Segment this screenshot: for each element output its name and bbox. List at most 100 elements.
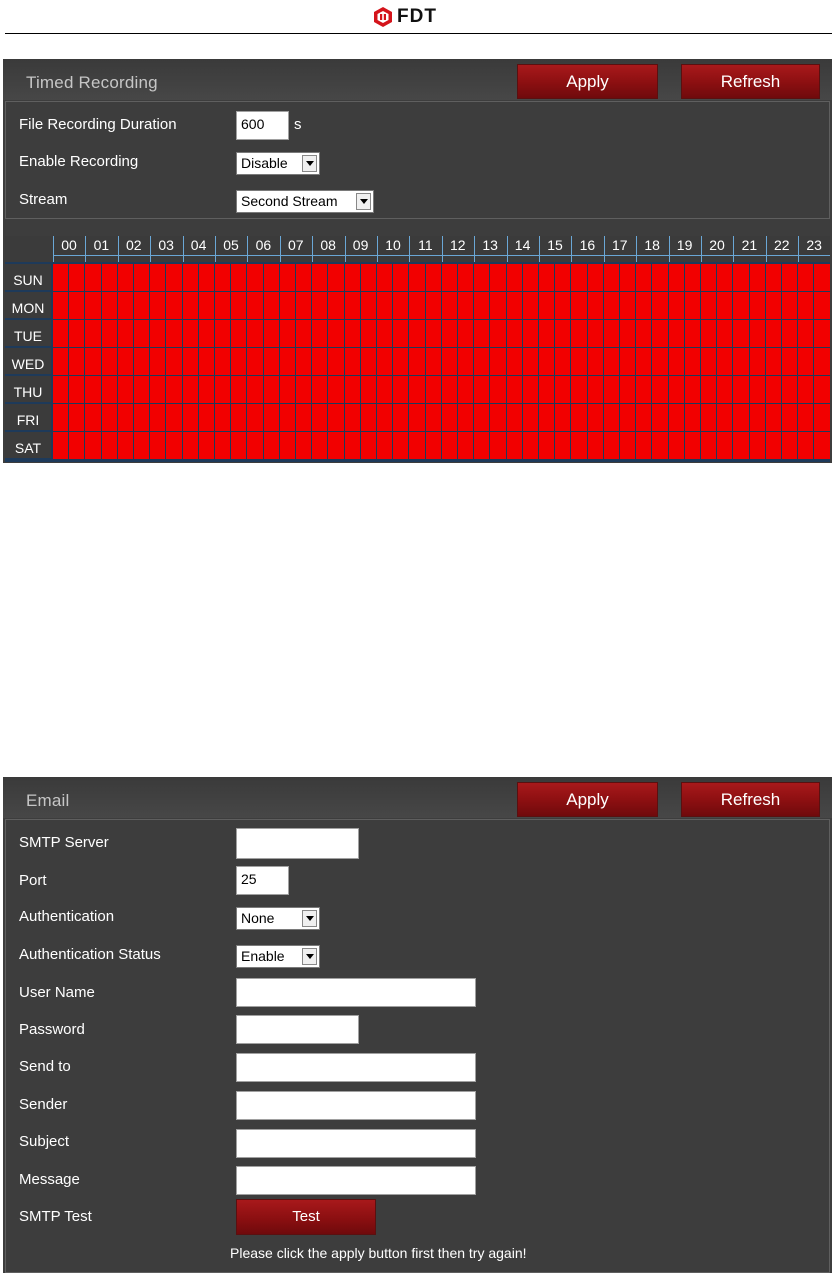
schedule-cell[interactable] bbox=[328, 376, 344, 403]
schedule-cell[interactable] bbox=[215, 404, 231, 431]
schedule-cell[interactable] bbox=[571, 292, 587, 319]
schedule-cell[interactable] bbox=[474, 320, 490, 347]
schedule-cell[interactable] bbox=[814, 348, 830, 375]
schedule-cell[interactable] bbox=[490, 376, 506, 403]
schedule-cell[interactable] bbox=[198, 292, 214, 319]
schedule-cell[interactable] bbox=[360, 320, 376, 347]
schedule-cell[interactable] bbox=[150, 432, 166, 459]
schedule-cell[interactable] bbox=[684, 432, 700, 459]
send-to-input[interactable] bbox=[236, 1053, 476, 1082]
schedule-cell[interactable] bbox=[782, 348, 798, 375]
schedule-cell[interactable] bbox=[587, 292, 603, 319]
schedule-cell[interactable] bbox=[458, 292, 474, 319]
schedule-cell[interactable] bbox=[684, 376, 700, 403]
schedule-cell[interactable] bbox=[571, 320, 587, 347]
schedule-cell[interactable] bbox=[603, 376, 619, 403]
schedule-cell[interactable] bbox=[571, 404, 587, 431]
schedule-cell[interactable] bbox=[425, 292, 441, 319]
schedule-cell[interactable] bbox=[182, 404, 198, 431]
schedule-cell[interactable] bbox=[312, 292, 328, 319]
schedule-cell[interactable] bbox=[684, 292, 700, 319]
schedule-cell[interactable] bbox=[312, 320, 328, 347]
enable-recording-select[interactable]: Disable bbox=[236, 152, 320, 175]
schedule-cell[interactable] bbox=[814, 264, 830, 291]
schedule-cell[interactable] bbox=[134, 376, 150, 403]
schedule-cell[interactable] bbox=[603, 320, 619, 347]
schedule-cell[interactable] bbox=[701, 320, 717, 347]
schedule-cell[interactable] bbox=[328, 320, 344, 347]
schedule-cell[interactable] bbox=[296, 264, 312, 291]
schedule-cell[interactable] bbox=[620, 348, 636, 375]
schedule-cell[interactable] bbox=[409, 404, 425, 431]
schedule-cell[interactable] bbox=[749, 376, 765, 403]
schedule-cell[interactable] bbox=[458, 348, 474, 375]
schedule-cell[interactable] bbox=[231, 320, 247, 347]
schedule-cell[interactable] bbox=[166, 404, 182, 431]
schedule-cell[interactable] bbox=[701, 348, 717, 375]
schedule-cell[interactable] bbox=[328, 292, 344, 319]
schedule-cell[interactable] bbox=[458, 320, 474, 347]
schedule-cell[interactable] bbox=[636, 264, 652, 291]
schedule-cell[interactable] bbox=[215, 292, 231, 319]
schedule-cell[interactable] bbox=[393, 264, 409, 291]
schedule-cell[interactable] bbox=[555, 320, 571, 347]
schedule-cell[interactable] bbox=[782, 432, 798, 459]
schedule-cell[interactable] bbox=[215, 432, 231, 459]
schedule-cell[interactable] bbox=[117, 348, 133, 375]
schedule-cell[interactable] bbox=[85, 404, 101, 431]
schedule-cell[interactable] bbox=[425, 348, 441, 375]
schedule-cell[interactable] bbox=[409, 376, 425, 403]
schedule-cell[interactable] bbox=[279, 320, 295, 347]
schedule-cell[interactable] bbox=[117, 320, 133, 347]
schedule-cell[interactable] bbox=[425, 432, 441, 459]
schedule-cell[interactable] bbox=[603, 348, 619, 375]
schedule-cell[interactable] bbox=[150, 292, 166, 319]
schedule-cell[interactable] bbox=[360, 292, 376, 319]
schedule-cell[interactable] bbox=[117, 264, 133, 291]
smtp-test-button[interactable]: Test bbox=[236, 1199, 376, 1235]
port-input[interactable]: 25 bbox=[236, 866, 289, 895]
schedule-cell[interactable] bbox=[458, 376, 474, 403]
schedule-cell[interactable] bbox=[506, 404, 522, 431]
schedule-cell[interactable] bbox=[668, 264, 684, 291]
schedule-cell[interactable] bbox=[587, 432, 603, 459]
schedule-cell[interactable] bbox=[441, 376, 457, 403]
schedule-cell[interactable] bbox=[701, 264, 717, 291]
schedule-cell[interactable] bbox=[101, 376, 117, 403]
schedule-cell[interactable] bbox=[587, 320, 603, 347]
schedule-cell[interactable] bbox=[182, 348, 198, 375]
schedule-cell[interactable] bbox=[636, 292, 652, 319]
sender-input[interactable] bbox=[236, 1091, 476, 1120]
schedule-cell[interactable] bbox=[247, 348, 263, 375]
schedule-cell[interactable] bbox=[85, 264, 101, 291]
schedule-cell[interactable] bbox=[765, 404, 781, 431]
schedule-cell[interactable] bbox=[312, 404, 328, 431]
schedule-cell[interactable] bbox=[263, 404, 279, 431]
schedule-cell[interactable] bbox=[474, 348, 490, 375]
schedule-cell[interactable] bbox=[522, 264, 538, 291]
schedule-cell[interactable] bbox=[425, 376, 441, 403]
schedule-cell[interactable] bbox=[409, 320, 425, 347]
schedule-cell[interactable] bbox=[684, 348, 700, 375]
refresh-button[interactable]: Refresh bbox=[681, 782, 820, 817]
schedule-cell[interactable] bbox=[701, 432, 717, 459]
schedule-cell[interactable] bbox=[150, 376, 166, 403]
schedule-cell[interactable] bbox=[150, 320, 166, 347]
schedule-cell[interactable] bbox=[279, 348, 295, 375]
schedule-cell[interactable] bbox=[69, 292, 85, 319]
schedule-cell[interactable] bbox=[652, 376, 668, 403]
schedule-cell[interactable] bbox=[539, 376, 555, 403]
schedule-cell[interactable] bbox=[166, 264, 182, 291]
schedule-cell[interactable] bbox=[150, 264, 166, 291]
schedule-cell[interactable] bbox=[652, 404, 668, 431]
schedule-cell[interactable] bbox=[166, 292, 182, 319]
schedule-cell[interactable] bbox=[85, 292, 101, 319]
schedule-cell[interactable] bbox=[717, 404, 733, 431]
schedule-cell[interactable] bbox=[166, 432, 182, 459]
schedule-cell[interactable] bbox=[85, 320, 101, 347]
schedule-cell[interactable] bbox=[798, 432, 814, 459]
stream-select[interactable]: Second Stream bbox=[236, 190, 374, 213]
schedule-cell[interactable] bbox=[765, 292, 781, 319]
schedule-cell[interactable] bbox=[344, 404, 360, 431]
schedule-cell[interactable] bbox=[134, 404, 150, 431]
